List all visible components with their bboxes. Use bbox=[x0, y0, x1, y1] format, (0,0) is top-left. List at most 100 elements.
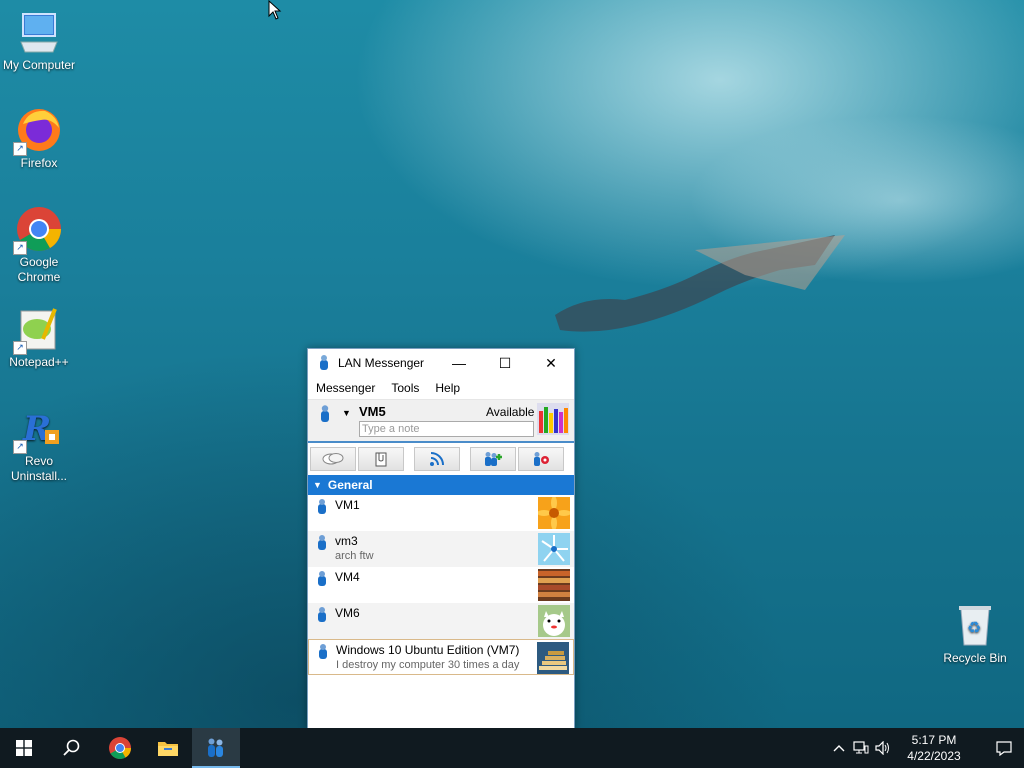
search-button[interactable] bbox=[48, 728, 96, 768]
desktop-icon-label: Revo Uninstall... bbox=[10, 454, 68, 483]
desktop-icon-label: Google Chrome bbox=[17, 255, 61, 284]
shortcut-arrow-icon: ↗ bbox=[13, 341, 27, 355]
action-center-button[interactable] bbox=[984, 728, 1024, 768]
desktop-icon-label: Firefox bbox=[20, 156, 58, 170]
menu-tools[interactable]: Tools bbox=[387, 381, 423, 395]
user-avatar[interactable] bbox=[537, 403, 569, 435]
file-transfer-button[interactable] bbox=[358, 447, 404, 471]
mouse-cursor-icon bbox=[268, 0, 282, 20]
chrome-icon: ↗ bbox=[13, 205, 63, 255]
start-icon bbox=[16, 740, 32, 756]
clock-date: 4/22/2023 bbox=[907, 749, 961, 763]
contact-name: VM4 bbox=[335, 570, 360, 584]
broadcast-icon bbox=[430, 452, 444, 466]
svg-text:♻: ♻ bbox=[967, 620, 981, 637]
contact-avatar bbox=[538, 605, 570, 637]
firefox-icon: ↗ bbox=[13, 106, 63, 156]
contact-name: vm3 bbox=[335, 534, 358, 548]
contact-item[interactable]: VM6 bbox=[308, 603, 574, 639]
chrome-icon bbox=[109, 737, 131, 759]
group-name: General bbox=[327, 478, 373, 492]
revo-uninstaller-icon: R ↗ bbox=[13, 404, 63, 454]
contact-name: VM1 bbox=[335, 498, 360, 512]
note-input[interactable]: Type a note bbox=[359, 421, 534, 437]
desktop-icon-label: Recycle Bin bbox=[943, 651, 1007, 665]
recycle-bin-icon: ♻ bbox=[951, 601, 999, 649]
computer-icon bbox=[15, 8, 63, 56]
contact-item[interactable]: vm3 arch ftw bbox=[308, 531, 574, 567]
taskbar-chrome-button[interactable] bbox=[96, 728, 144, 768]
close-button[interactable]: ✕ bbox=[528, 349, 574, 377]
desktop-icon-label: Notepad++ bbox=[9, 355, 69, 369]
maximize-icon: ☐ bbox=[498, 354, 512, 371]
volume-icon bbox=[875, 741, 889, 755]
volume-button[interactable] bbox=[872, 728, 894, 768]
desktop-icon-notepad-plus-plus[interactable]: ↗ Notepad++ bbox=[1, 305, 77, 370]
taskbar-lan-messenger-button[interactable] bbox=[192, 728, 240, 768]
add-contact-button[interactable] bbox=[470, 447, 516, 471]
contact-avatar bbox=[538, 569, 570, 601]
user-name: VM5 bbox=[359, 404, 386, 419]
notification-icon bbox=[996, 740, 1012, 756]
group-header-general[interactable]: ▼ General bbox=[308, 475, 574, 495]
broadcast-button[interactable] bbox=[414, 447, 460, 471]
settings-button[interactable] bbox=[518, 447, 564, 471]
clock-time: 5:17 PM bbox=[911, 733, 957, 747]
shortcut-arrow-icon: ↗ bbox=[13, 440, 27, 454]
taskbar-file-explorer-button[interactable] bbox=[144, 728, 192, 768]
close-icon: ✕ bbox=[545, 354, 557, 371]
lan-messenger-window: LAN Messenger — ☐ ✕ Messenger Tools Help… bbox=[307, 348, 575, 730]
contact-list: VM1 vm3 arch ftw VM4 VM6 Windows 10 Ubun… bbox=[308, 495, 574, 675]
desktop-icon-label: My Computer bbox=[2, 58, 76, 72]
clock[interactable]: 5:17 PM 4/22/2023 bbox=[898, 732, 970, 764]
shortcut-arrow-icon: ↗ bbox=[13, 142, 27, 156]
contact-note: arch ftw bbox=[335, 550, 374, 562]
desktop-icon-revo-uninstaller[interactable]: R ↗ Revo Uninstall... bbox=[1, 404, 77, 484]
notepad-plus-plus-icon: ↗ bbox=[13, 305, 63, 355]
menu-help[interactable]: Help bbox=[431, 381, 464, 395]
contact-status-icon bbox=[318, 607, 326, 622]
window-title: LAN Messenger bbox=[338, 356, 425, 370]
settings-icon bbox=[534, 452, 549, 466]
desktop-icon-google-chrome[interactable]: ↗ Google Chrome bbox=[1, 205, 77, 285]
chat-icon bbox=[322, 453, 344, 465]
menu-messenger[interactable]: Messenger bbox=[312, 381, 379, 395]
toolbar bbox=[308, 443, 574, 475]
desktop-icon-recycle-bin[interactable]: ♻ Recycle Bin bbox=[937, 601, 1013, 666]
contact-avatar bbox=[538, 533, 570, 565]
minimize-button[interactable]: — bbox=[436, 349, 482, 377]
menu-bar: Messenger Tools Help bbox=[308, 377, 574, 399]
search-icon bbox=[63, 739, 80, 756]
user-status-panel: ▼ VM5 Available Type a note bbox=[308, 399, 574, 443]
wallpaper-swimmer bbox=[555, 235, 845, 332]
maximize-button[interactable]: ☐ bbox=[482, 349, 528, 377]
desktop-icon-firefox[interactable]: ↗ Firefox bbox=[1, 106, 77, 171]
chevron-up-icon bbox=[833, 745, 845, 752]
contact-item[interactable]: VM4 bbox=[308, 567, 574, 603]
system-tray: 5:17 PM 4/22/2023 bbox=[828, 728, 1024, 768]
title-bar[interactable]: LAN Messenger — ☐ ✕ bbox=[308, 349, 574, 377]
shortcut-arrow-icon: ↗ bbox=[13, 241, 27, 255]
contact-status-icon bbox=[318, 535, 326, 550]
file-transfer-icon bbox=[375, 452, 387, 467]
contact-note: I destroy my computer 30 times a day bbox=[336, 659, 520, 671]
file-explorer-icon bbox=[158, 742, 178, 756]
user-status-icon[interactable] bbox=[318, 405, 332, 423]
contact-item-selected[interactable]: Windows 10 Ubuntu Edition (VM7) I destro… bbox=[308, 639, 574, 675]
contact-status-icon bbox=[318, 571, 326, 586]
contact-item[interactable]: VM1 bbox=[308, 495, 574, 531]
contact-avatar bbox=[537, 642, 569, 674]
user-status-text[interactable]: Available bbox=[486, 405, 534, 419]
status-dropdown-arrow-icon[interactable]: ▼ bbox=[342, 408, 351, 418]
minimize-icon: — bbox=[452, 355, 466, 371]
taskbar: 5:17 PM 4/22/2023 bbox=[0, 728, 1024, 768]
contact-name: Windows 10 Ubuntu Edition (VM7) bbox=[336, 643, 520, 657]
network-button[interactable] bbox=[850, 728, 872, 768]
show-hidden-icons-button[interactable] bbox=[828, 728, 850, 768]
lan-messenger-icon bbox=[208, 738, 223, 757]
start-button[interactable] bbox=[0, 728, 48, 768]
chat-button[interactable] bbox=[310, 447, 356, 471]
add-contact-icon bbox=[485, 452, 502, 466]
desktop-icon-my-computer[interactable]: My Computer bbox=[1, 8, 77, 73]
contact-status-icon bbox=[318, 499, 326, 514]
